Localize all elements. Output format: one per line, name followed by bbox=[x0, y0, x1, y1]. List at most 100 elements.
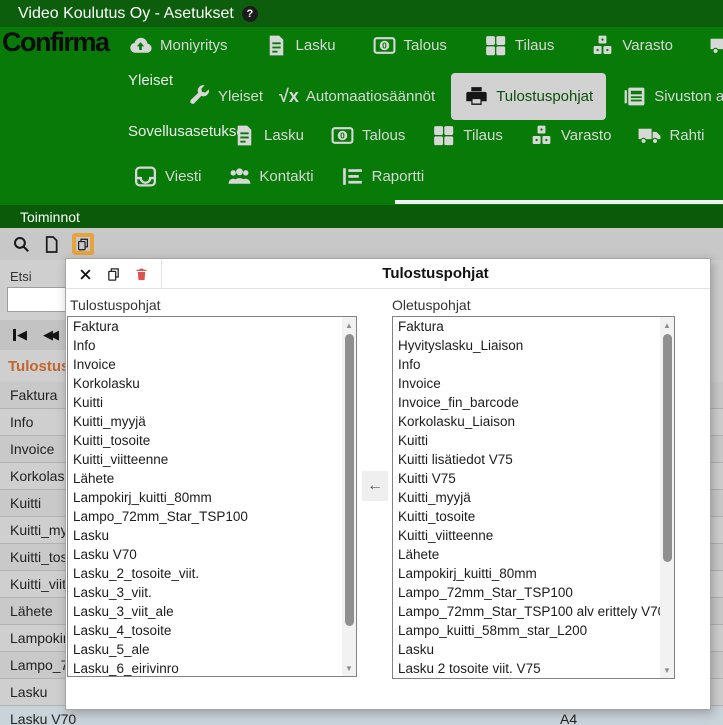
list-item[interactable]: Kuitti bbox=[68, 393, 356, 412]
nav-item-lasku[interactable]: Lasku bbox=[264, 33, 336, 58]
window-title: Video Koulutus Oy - Asetukset bbox=[18, 5, 234, 23]
list-item[interactable]: Kuitti bbox=[393, 431, 674, 450]
window-titlebar: Video Koulutus Oy - Asetukset ? bbox=[0, 0, 723, 27]
scrollbar-thumb[interactable] bbox=[663, 334, 672, 562]
nav-item-automaatiosaannot[interactable]: √x Automaatiosäännöt bbox=[279, 86, 435, 107]
grid-icon bbox=[431, 123, 456, 148]
nav-item-tilaus[interactable]: Tilaus bbox=[483, 33, 554, 58]
nav-item-kontakti[interactable]: Kontakti bbox=[227, 164, 313, 189]
boxes-icon bbox=[529, 123, 554, 148]
scroll-down-icon[interactable]: ▼ bbox=[660, 663, 674, 677]
nav-item-raportti[interactable]: Raportti bbox=[340, 164, 425, 189]
boxes-icon bbox=[590, 33, 615, 58]
row-name: Kuitti bbox=[0, 495, 41, 511]
list-item[interactable]: Invoice bbox=[68, 355, 356, 374]
nav-item-lasku-2[interactable]: Lasku bbox=[232, 123, 304, 148]
nav-item-yleiset[interactable]: Yleiset bbox=[186, 84, 263, 109]
list-item[interactable]: Lampo_72mm_Star_TSP100 bbox=[393, 583, 674, 602]
list-item[interactable]: Kuitti_viitteenne bbox=[68, 450, 356, 469]
list-item[interactable]: Lasku 2 tosoite viit. V75 bbox=[393, 659, 674, 678]
list-item[interactable]: Lähete bbox=[68, 469, 356, 488]
section-label-sovellusasetukset: Sovellusasetukset bbox=[128, 123, 249, 140]
tulostuspohjat-listbox: FakturaInfoInvoiceKorkolaskuKuittiKuitti… bbox=[67, 316, 357, 677]
list-item[interactable]: Lasku_3_viit_ale bbox=[68, 602, 356, 621]
new-document-icon[interactable] bbox=[40, 233, 62, 255]
list-item[interactable]: Info bbox=[393, 355, 674, 374]
list-item[interactable]: Lasku bbox=[393, 640, 674, 659]
help-circle-icon[interactable]: ? bbox=[242, 6, 258, 22]
list-item[interactable]: Faktura bbox=[68, 317, 356, 336]
truck-icon bbox=[637, 123, 662, 148]
list-item[interactable]: Info bbox=[68, 336, 356, 355]
report-icon bbox=[340, 164, 365, 189]
list-item[interactable]: Kuitti_tosoite bbox=[68, 431, 356, 450]
right-list-items: FakturaHyvityslasku_LiaisonInfoInvoiceIn… bbox=[393, 317, 674, 678]
nav-item-rahti-2[interactable]: Rahti bbox=[637, 123, 704, 148]
list-item[interactable]: Kuitti lisätiedot V75 bbox=[393, 450, 674, 469]
dialog-title: Tulostuspohjat bbox=[161, 259, 710, 289]
nav-item-varasto-2[interactable]: Varasto bbox=[529, 123, 612, 148]
nav-item-sivuston-asetukset[interactable]: Sivuston asetukset bbox=[622, 84, 723, 109]
nav-item-label: Tilaus bbox=[515, 37, 554, 54]
first-page-icon[interactable]: ◀ bbox=[13, 327, 27, 343]
right-scrollbar[interactable]: ▲ ▼ bbox=[660, 317, 674, 678]
nav-item-label: Moniyritys bbox=[160, 37, 228, 54]
list-item[interactable]: Lasku_2_tosoite_viit. bbox=[68, 564, 356, 583]
list-item[interactable]: Lasku V70 bbox=[68, 545, 356, 564]
search-icon[interactable] bbox=[10, 233, 32, 255]
search-label: Etsi bbox=[10, 269, 32, 284]
toiminnot-label: Toiminnot bbox=[20, 209, 80, 225]
scroll-up-icon[interactable]: ▲ bbox=[660, 318, 674, 332]
list-item[interactable]: Lampo_kuitti_58mm_star_L200 bbox=[393, 621, 674, 640]
list-item[interactable]: Lasku_5_ale bbox=[68, 640, 356, 659]
row-name: Info bbox=[0, 414, 33, 430]
list-item[interactable]: Lampokirj_kuitti_80mm bbox=[68, 488, 356, 507]
list-item[interactable]: Lähete bbox=[393, 545, 674, 564]
nav-item-label: Talous bbox=[404, 37, 447, 54]
list-item[interactable]: Kuitti_tosoite bbox=[393, 507, 674, 526]
nav-item-rahti[interactable]: Rahti bbox=[709, 33, 723, 58]
list-item[interactable]: Lampo_72mm_Star_TSP100 bbox=[68, 507, 356, 526]
nav-item-talous-2[interactable]: 0 Talous bbox=[330, 123, 405, 148]
list-item[interactable]: Hyvityslasku_Liaison bbox=[393, 336, 674, 355]
copy-icon[interactable] bbox=[104, 265, 122, 283]
list-item[interactable]: Lasku bbox=[68, 526, 356, 545]
toiminnot-bar: Toiminnot bbox=[0, 205, 723, 228]
scroll-up-icon[interactable]: ▲ bbox=[342, 318, 356, 332]
section-label-yleiset: Yleiset bbox=[128, 72, 173, 89]
list-item[interactable]: Lasku_6_eirivinro bbox=[68, 659, 356, 677]
list-item[interactable]: Faktura bbox=[393, 317, 674, 336]
list-item[interactable]: Lampokirj_kuitti_80mm bbox=[393, 564, 674, 583]
list-item[interactable]: Kuitti_myyjä bbox=[68, 412, 356, 431]
nav-item-label: Tilaus bbox=[463, 127, 502, 144]
nav-item-label: Varasto bbox=[622, 37, 673, 54]
list-item[interactable]: Invoice bbox=[393, 374, 674, 393]
nav-item-tulostuspohjat-active[interactable]: Tulostuspohjat bbox=[451, 73, 606, 120]
nav-item-tilaus-2[interactable]: Tilaus bbox=[431, 123, 502, 148]
list-item[interactable]: Lasku_3_viit. bbox=[68, 583, 356, 602]
nav-item-talous[interactable]: 0 Talous bbox=[372, 33, 447, 58]
list-item[interactable]: Invoice_fin_barcode bbox=[393, 393, 674, 412]
move-left-button[interactable]: ← bbox=[362, 471, 388, 501]
scrollbar-thumb[interactable] bbox=[345, 334, 354, 626]
list-item[interactable]: Kuitti_myyjä bbox=[393, 488, 674, 507]
prev-page-icon[interactable]: ◀◀ bbox=[43, 327, 55, 343]
list-item[interactable]: Kuitti V75 bbox=[393, 469, 674, 488]
wrench-icon bbox=[186, 84, 211, 109]
delete-icon[interactable] bbox=[132, 265, 150, 283]
nav-item-varasto[interactable]: Varasto bbox=[590, 33, 673, 58]
list-item[interactable]: Korkolasku_Liaison bbox=[393, 412, 674, 431]
nav-item-viesti[interactable]: Viesti bbox=[133, 164, 201, 189]
left-scrollbar[interactable]: ▲ ▼ bbox=[342, 317, 356, 676]
copy-icon-highlighted[interactable] bbox=[72, 233, 94, 255]
list-item[interactable]: Lasku_4_tosoite bbox=[68, 621, 356, 640]
nav-item-moniyritys[interactable]: Moniyritys bbox=[128, 33, 228, 58]
row-paper-size: A4 bbox=[560, 711, 577, 725]
close-icon[interactable] bbox=[76, 265, 94, 283]
document-icon bbox=[264, 33, 289, 58]
nav-row-comms: Viesti Kontakti Raportti bbox=[133, 164, 424, 189]
scroll-down-icon[interactable]: ▼ bbox=[342, 661, 356, 675]
list-item[interactable]: Kuitti_viitteenne bbox=[393, 526, 674, 545]
list-item[interactable]: Korkolasku bbox=[68, 374, 356, 393]
list-item[interactable]: Lampo_72mm_Star_TSP100 alv erittely V70 bbox=[393, 602, 674, 621]
